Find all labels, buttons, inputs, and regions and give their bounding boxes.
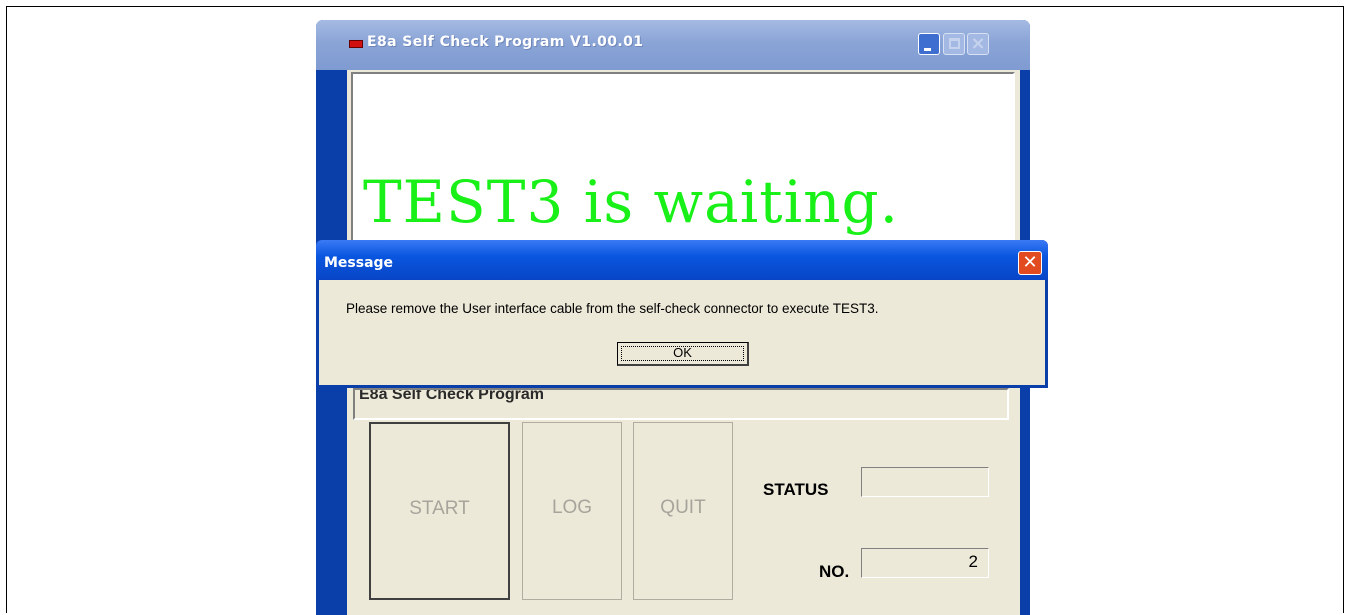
quit-button[interactable]: QUIT	[633, 422, 733, 600]
dialog-title: Message	[324, 255, 394, 271]
app-titlebar[interactable]: E8a Self Check Program V1.00.01 ×	[316, 20, 1030, 70]
maximize-icon	[949, 38, 960, 49]
dialog-body: Please remove the User interface cable f…	[319, 280, 1045, 385]
dialog-message-text: Please remove the User interface cable f…	[346, 301, 879, 316]
app-title: E8a Self Check Program V1.00.01	[367, 34, 644, 50]
close-icon: ×	[970, 33, 986, 54]
dialog-titlebar[interactable]: Message ✕	[316, 240, 1048, 280]
log-button[interactable]: LOG	[522, 422, 622, 600]
status-field	[861, 467, 989, 497]
app-icon	[349, 40, 363, 48]
status-message: TEST3 is waiting.	[363, 168, 900, 236]
minimize-icon	[924, 48, 931, 51]
status-label: STATUS	[763, 480, 829, 499]
ok-button-label: OK	[673, 345, 692, 360]
program-label: E8a Self Check Program	[359, 388, 544, 403]
close-button: ×	[967, 33, 989, 55]
close-icon: ✕	[1022, 252, 1038, 273]
no-label: NO.	[819, 562, 850, 581]
no-field: 2	[861, 548, 989, 578]
ok-button[interactable]: OK	[617, 342, 749, 366]
dialog-close-button[interactable]: ✕	[1018, 251, 1042, 275]
start-button[interactable]: START	[369, 422, 510, 600]
minimize-button[interactable]	[918, 33, 940, 55]
maximize-button	[943, 33, 965, 55]
program-label-box: E8a Self Check Program	[353, 388, 1009, 420]
message-dialog: Message ✕ Please remove the User interfa…	[316, 240, 1048, 388]
